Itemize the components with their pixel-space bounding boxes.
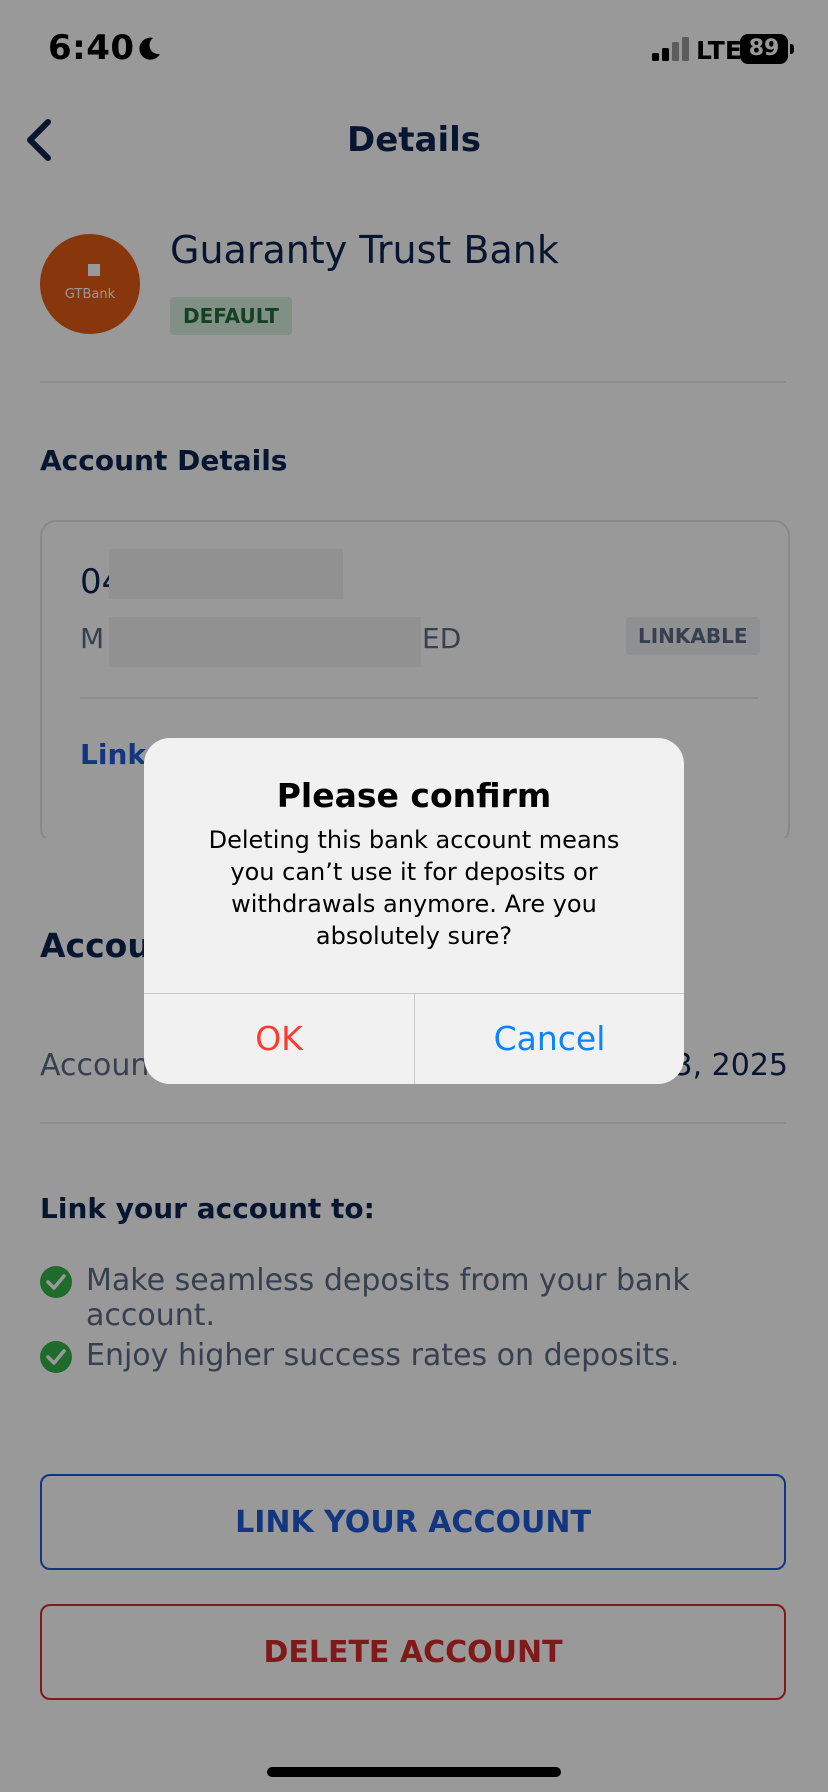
confirm-dialog: Please confirm Deleting this bank accoun…	[144, 738, 684, 1084]
ok-button[interactable]: OK	[144, 994, 414, 1084]
cancel-button[interactable]: Cancel	[415, 994, 684, 1084]
dialog-message: Deleting this bank account means you can…	[208, 826, 620, 950]
dialog-title: Please confirm	[276, 776, 552, 815]
